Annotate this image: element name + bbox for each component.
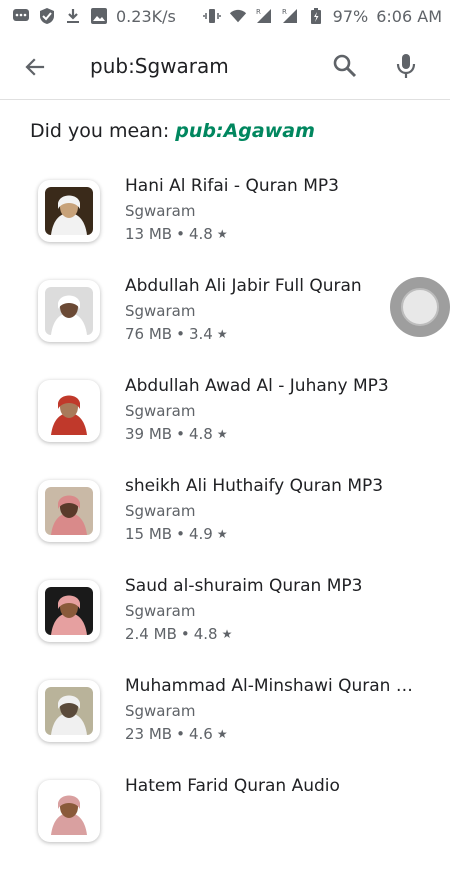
clock: 6:06 AM: [376, 6, 442, 26]
star-icon: ★: [216, 427, 228, 441]
separator-dot: •: [176, 225, 185, 243]
app-title: Hatem Farid Quran Audio: [125, 776, 340, 796]
portrait-icon: [45, 387, 93, 435]
wifi-icon: [229, 7, 247, 25]
app-icon: [38, 780, 100, 842]
separator-dot: •: [180, 625, 190, 643]
app-list: Hani Al Rifai - Quran MP3 Sgwaram 13 MB • 4.…: [0, 170, 450, 870]
app-title: sheikh Ali Huthaify Quran MP3: [125, 476, 384, 496]
app-title: Muhammad Al-Minshawi Quran M..: [125, 676, 420, 696]
app-rating: 4.9: [188, 525, 213, 543]
search-input[interactable]: pub:Sgwaram: [90, 54, 229, 78]
svg-text:R: R: [282, 8, 287, 16]
app-icon: [38, 280, 100, 342]
app-icon: [38, 180, 100, 242]
battery-percent: 97%: [332, 6, 369, 26]
list-item[interactable]: Hatem Farid Quran Audio: [0, 770, 450, 870]
search-button[interactable]: [330, 51, 360, 81]
assistive-touch-icon: [401, 288, 439, 326]
status-bar-right: R R 97% 6:06 AM: [202, 6, 442, 26]
signal-icon: R: [255, 7, 273, 25]
assistive-touch-button[interactable]: [390, 277, 450, 337]
app-meta: 39 MB • 4.8 ★: [125, 425, 228, 443]
list-item[interactable]: sheikh Ali Huthaify Quran MP3 Sgwaram 15 M…: [0, 470, 450, 570]
star-icon: ★: [216, 727, 228, 741]
star-icon: ★: [221, 627, 233, 641]
star-icon: ★: [216, 527, 228, 541]
app-rating: 4.8: [193, 625, 218, 643]
portrait-icon: [45, 687, 93, 735]
app-title: Abdullah Awad Al - Juhany MP3: [125, 376, 389, 396]
app-size: 13 MB: [125, 225, 173, 243]
app-meta: 23 MB • 4.6 ★: [125, 725, 228, 743]
app-rating: 4.8: [188, 425, 213, 443]
app-rating: 4.6: [188, 725, 213, 743]
app-meta: 15 MB • 4.9 ★: [125, 525, 228, 543]
signal-icon: R: [281, 7, 299, 25]
separator-dot: •: [176, 325, 185, 343]
did-you-mean-suggestion[interactable]: pub:Agawam: [175, 120, 315, 142]
app-size: 15 MB: [125, 525, 173, 543]
separator-dot: •: [176, 525, 185, 543]
app-developer: Sgwaram: [125, 402, 196, 420]
app-meta: 13 MB • 4.8 ★: [125, 225, 228, 243]
app-meta: 2.4 MB • 4.8 ★: [125, 625, 232, 643]
separator-dot: •: [176, 725, 185, 743]
app-size: 2.4 MB: [125, 625, 177, 643]
list-item[interactable]: Abdullah Ali Jabir Full Quran Sgwaram 76 M…: [0, 270, 450, 370]
did-you-mean: Did you mean: pub:Agawam: [30, 120, 315, 142]
star-icon: ★: [216, 327, 228, 341]
voice-search-button[interactable]: [392, 51, 420, 81]
portrait-icon: [45, 787, 93, 835]
app-developer: Sgwaram: [125, 702, 196, 720]
shield-icon: [38, 7, 56, 25]
separator-dot: •: [176, 425, 185, 443]
app-developer: Sgwaram: [125, 602, 196, 620]
arrow-back-icon: [25, 58, 45, 76]
status-bar-left: 0.23K/s: [12, 7, 176, 26]
app-title: Abdullah Ali Jabir Full Quran: [125, 276, 362, 296]
portrait-icon: [45, 287, 93, 335]
app-developer: Sgwaram: [125, 302, 196, 320]
app-size: 76 MB: [125, 325, 173, 343]
app-icon: [38, 480, 100, 542]
status-bar: 0.23K/s R R 97% 6:06 AM: [0, 0, 450, 32]
list-item[interactable]: Muhammad Al-Minshawi Quran M.. Sgwaram 23 …: [0, 670, 450, 770]
app-icon: [38, 680, 100, 742]
image-icon: [90, 7, 108, 25]
vibrate-icon: [202, 7, 221, 25]
portrait-icon: [45, 187, 93, 235]
star-icon: ★: [216, 227, 228, 241]
list-item[interactable]: Saud al-shuraim Quran MP3 Sgwaram 2.4 MB • 4…: [0, 570, 450, 670]
app-icon: [38, 580, 100, 642]
back-button[interactable]: [20, 52, 50, 82]
list-item[interactable]: Abdullah Awad Al - Juhany MP3 Sgwaram 39 M…: [0, 370, 450, 470]
app-size: 39 MB: [125, 425, 173, 443]
app-developer: Sgwaram: [125, 202, 196, 220]
portrait-icon: [45, 487, 93, 535]
svg-text:R: R: [256, 8, 261, 16]
portrait-icon: [45, 587, 93, 635]
chat-icon: [12, 7, 30, 25]
list-item[interactable]: Hani Al Rifai - Quran MP3 Sgwaram 13 MB • 4.…: [0, 170, 450, 270]
app-size: 23 MB: [125, 725, 173, 743]
app-title: Hani Al Rifai - Quran MP3: [125, 176, 339, 196]
app-rating: 3.4: [188, 325, 213, 343]
app-developer: Sgwaram: [125, 502, 196, 520]
network-speed: 0.23K/s: [116, 6, 176, 26]
app-title: Saud al-shuraim Quran MP3: [125, 576, 363, 596]
download-icon: [64, 7, 82, 25]
app-icon: [38, 380, 100, 442]
search-bar: pub:Sgwaram: [0, 32, 450, 100]
mic-icon: [396, 54, 416, 78]
did-you-mean-label: Did you mean:: [30, 120, 170, 142]
battery-icon: [307, 7, 325, 25]
app-rating: 4.8: [188, 225, 213, 243]
app-meta: 76 MB • 3.4 ★: [125, 325, 228, 343]
search-icon: [333, 54, 357, 78]
